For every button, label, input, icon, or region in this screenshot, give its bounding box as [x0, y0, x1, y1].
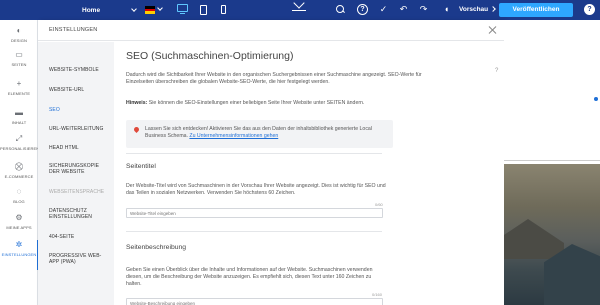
tablet-view-icon[interactable]: [200, 5, 207, 15]
rail-item-label: PERSONALISIEREN: [0, 146, 40, 151]
rail-item-label: BLOG: [13, 199, 25, 204]
site-preview-canvas[interactable]: [504, 20, 600, 305]
language-flag-icon[interactable]: [145, 6, 155, 14]
section-title-seitentitel: Seitentitel: [126, 163, 156, 170]
rail-item-meine-apps[interactable]: ⚙ MEINE APPS: [0, 213, 38, 243]
divider: [126, 231, 382, 232]
hint-text: Sie können die SEO-Einstellungen einer b…: [147, 100, 365, 106]
chevron-down-icon[interactable]: [157, 5, 163, 11]
preview-button[interactable]: Vorschau: [459, 0, 488, 20]
panel-title: EINSTELLUNGEN: [49, 27, 98, 33]
folder-icon: ▬: [15, 108, 23, 117]
image-rock-shape: [504, 219, 564, 259]
palette-icon: ◐: [16, 26, 22, 35]
rail-item-label: EINSTELLUNGEN: [1, 252, 37, 257]
local-business-notice: Lassen Sie sich entdecken! Aktivieren Si…: [126, 120, 393, 148]
seo-settings-content: SEO (Suchmaschinen-Optimierung) Dadurch …: [125, 42, 485, 305]
help-icon[interactable]: ?: [495, 68, 498, 74]
subnav-item-pwa[interactable]: PROGRESSIVE WEB-APP (PWA): [49, 253, 111, 265]
page-title: SEO (Suchmaschinen-Optimierung): [126, 50, 294, 62]
divider: [126, 153, 382, 154]
collapse-toolbar-icon[interactable]: [292, 2, 306, 11]
search-icon[interactable]: [335, 4, 346, 15]
preview-icon[interactable]: ◖: [441, 4, 452, 15]
description-char-counter: 0/160: [372, 292, 383, 297]
seo-intro-text: Dadurch wird die Sichtbarkeit Ihrer Webs…: [126, 72, 422, 85]
help-icon[interactable]: ?: [357, 4, 368, 15]
canvas-marker-icon: [594, 97, 598, 101]
rail-item-label: INHALT: [11, 120, 27, 125]
chevron-down-icon: [131, 6, 137, 12]
rail-item-seiten[interactable]: ▭ SEITEN: [0, 50, 38, 80]
pages-icon: ▭: [15, 50, 23, 59]
rail-item-personalisieren[interactable]: ⤢ PERSONALISIEREN: [0, 134, 40, 164]
subnav-item-website-symbole[interactable]: WEBSITE-SYMBOLE: [49, 67, 111, 73]
subnav-item-head-html[interactable]: HEAD HTML: [49, 145, 111, 151]
rail-item-label: DESIGN: [11, 38, 27, 43]
settings-panel: EINSTELLUNGEN WEBSITE-SYMBOLE WEBSITE-UR…: [38, 20, 504, 305]
left-rail: ◐ DESIGN ▭ SEITEN + ELEMENTE ▬ INHALT ⤢ …: [0, 20, 40, 305]
close-icon[interactable]: [489, 26, 497, 34]
subnav-item-datenschutz[interactable]: DATENSCHUTZ EINSTELLUNGEN: [49, 208, 111, 220]
site-description-input[interactable]: [126, 298, 383, 305]
seitenbeschreibung-description: Geben Sie einen Überblick über die Inhal…: [126, 267, 373, 287]
rail-item-label: E-COMMERCE: [4, 174, 34, 179]
personalize-icon: ⤢: [15, 134, 23, 143]
rail-item-einstellungen[interactable]: ✲ EINSTELLUNGEN: [0, 240, 39, 270]
top-toolbar: Home ? ✓ ↶ ↷ ◖ Vorschau Veröffentlichen …: [0, 0, 600, 20]
site-title-input[interactable]: [126, 208, 383, 218]
seo-hint-text: Hinweis: Sie können die SEO-Einstellunge…: [126, 100, 426, 107]
seitentitel-description: Der Website-Titel wird von Suchmaschinen…: [126, 183, 386, 196]
publish-button[interactable]: Veröffentlichen: [499, 3, 573, 17]
mobile-view-icon[interactable]: [221, 5, 226, 14]
settings-subnav: WEBSITE-SYMBOLE WEBSITE-URL SEO URL-WEIT…: [38, 42, 114, 305]
subnav-item-url-weiterleitung[interactable]: URL-WEITERLEITUNG: [49, 126, 111, 132]
apps-icon: ⚙: [15, 213, 23, 222]
rail-item-label: MEINE APPS: [6, 225, 32, 230]
canvas-divider: [504, 160, 600, 161]
panel-header: EINSTELLUNGEN: [38, 20, 504, 41]
blog-icon: ◌: [16, 187, 22, 196]
redo-icon[interactable]: ↷: [418, 4, 429, 15]
hint-label: Hinweis:: [126, 100, 148, 106]
rail-item-label: SEITEN: [11, 62, 27, 67]
settings-icon: ✲: [15, 240, 23, 249]
chevron-right-icon[interactable]: [490, 6, 496, 12]
subnav-item-webseitensprache[interactable]: WEBSEITENSPRACHE: [49, 189, 111, 195]
cart-icon: ⛒: [14, 162, 24, 171]
page-selector[interactable]: Home: [82, 0, 137, 20]
business-info-link[interactable]: Zu Unternehmensinformationen gehen: [189, 133, 278, 139]
undo-icon[interactable]: ↶: [398, 4, 409, 15]
save-icon[interactable]: ✓: [378, 4, 389, 15]
subnav-item-seo[interactable]: SEO: [49, 107, 111, 113]
help-button[interactable]: ?: [584, 4, 595, 15]
rail-item-elemente[interactable]: + ELEMENTE: [0, 79, 38, 109]
subnav-item-404-seite[interactable]: 404-SEITE: [49, 234, 111, 240]
desktop-view-icon[interactable]: [177, 4, 188, 14]
notice-text: Lassen Sie sich entdecken! Aktivieren Si…: [145, 126, 385, 140]
subnav-item-sicherungskopie[interactable]: SICHERUNGSKOPIE DER WEBSITE: [49, 163, 111, 175]
subnav-item-website-url[interactable]: WEBSITE-URL: [49, 87, 111, 93]
rail-item-label: ELEMENTE: [7, 91, 31, 96]
plus-icon: +: [16, 79, 22, 88]
hero-image[interactable]: [504, 164, 600, 305]
location-pin-icon: [132, 125, 141, 134]
title-char-counter: 0/60: [375, 202, 383, 207]
page-selector-label: Home: [82, 6, 101, 14]
section-title-seitenbeschreibung: Seitenbeschreibung: [126, 244, 187, 251]
